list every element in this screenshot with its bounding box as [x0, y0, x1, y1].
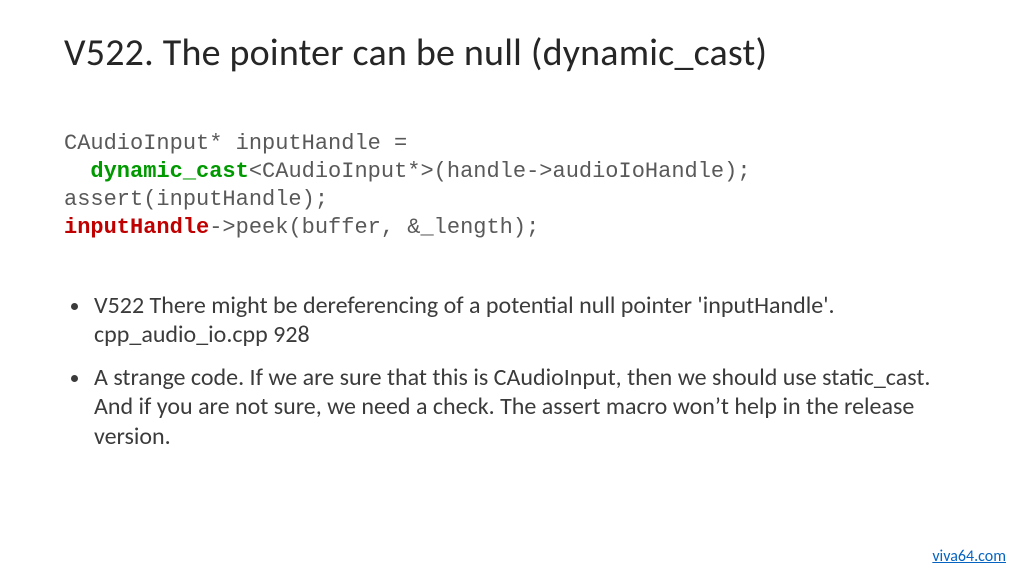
slide-title: V522. The pointer can be null (dynamic_c…: [64, 30, 960, 76]
bullet-list: V522 There might be dereferencing of a p…: [64, 291, 960, 451]
code-line-3: assert(inputHandle);: [64, 187, 328, 212]
code-line-2-indent: [64, 159, 90, 184]
slide-container: V522. The pointer can be null (dynamic_c…: [0, 0, 1024, 576]
footer-link[interactable]: viva64.com: [932, 547, 1006, 566]
code-line-2-rest: <CAudioInput*>(handle->audioIoHandle);: [249, 159, 751, 184]
code-line-1: CAudioInput* inputHandle =: [64, 131, 407, 156]
code-keyword-dynamic-cast: dynamic_cast: [90, 159, 248, 184]
code-block: CAudioInput* inputHandle = dynamic_cast<…: [64, 130, 960, 243]
code-keyword-inputhandle: inputHandle: [64, 215, 209, 240]
bullet-item: V522 There might be dereferencing of a p…: [92, 291, 960, 350]
code-line-4-rest: ->peek(buffer, &_length);: [209, 215, 539, 240]
bullet-item: A strange code. If we are sure that this…: [92, 363, 960, 451]
